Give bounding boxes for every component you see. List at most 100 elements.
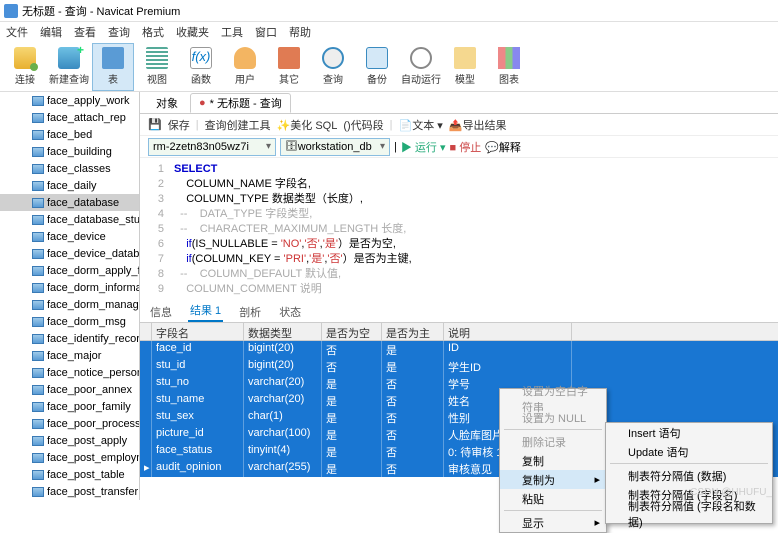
column-header[interactable]: 数据类型（长） (244, 323, 322, 340)
table-row[interactable]: stu_namevarchar(20)是否姓名 (140, 392, 778, 409)
result-tabs: 信息 结果 1 剖析 状态 (140, 301, 778, 323)
table-icon (32, 113, 44, 123)
column-header[interactable] (140, 323, 152, 340)
tree-node[interactable]: face_classes (0, 160, 139, 177)
toolbar-函数[interactable]: f(x)函数 (180, 43, 222, 91)
tree-node[interactable]: face_database (0, 194, 139, 211)
text-button[interactable]: 📄文本 ▾ (399, 117, 443, 133)
tree-node[interactable]: face_bed (0, 126, 139, 143)
context-menu[interactable]: 设置为空白字符串设置为 NULL删除记录复制复制为▸粘贴显示▸ (499, 388, 607, 533)
rtab-result[interactable]: 结果 1 (188, 300, 223, 322)
submenu-item[interactable]: Insert 语句 (606, 423, 772, 442)
tree-node[interactable]: face_poor_family (0, 398, 139, 415)
toolbar-其它[interactable]: 其它 (268, 43, 310, 91)
toolbar-用户[interactable]: 用户 (224, 43, 266, 91)
tree-node[interactable]: face_post_table (0, 466, 139, 483)
context-submenu[interactable]: Insert 语句Update 语句制表符分隔值 (数据) 制表符分隔值 (字段名… (605, 422, 773, 524)
menu-item[interactable]: 查询 (108, 24, 130, 40)
table-icon (32, 283, 44, 293)
sidebar-tree[interactable]: face_apply_workface_attach_repface_bedfa… (0, 92, 140, 500)
tree-node[interactable]: face_post_transfer (0, 483, 139, 500)
table-row[interactable]: stu_idbigint(20)否是学生ID (140, 358, 778, 375)
menu-item[interactable]: 收藏夹 (176, 24, 209, 40)
tree-node[interactable]: face_apply_work (0, 92, 139, 109)
menu-item[interactable]: 帮助 (289, 24, 311, 40)
toolbar-连接[interactable]: 连接 (4, 43, 46, 91)
app-icon (4, 4, 18, 18)
column-header[interactable]: 是否为空 (322, 323, 382, 340)
submenu-item[interactable]: 制表符分隔值 (数据) (606, 466, 772, 485)
menu-item[interactable]: 文件 (6, 24, 28, 40)
toolbar-备份[interactable]: 备份 (356, 43, 398, 91)
table-icon (32, 317, 44, 327)
db-combo[interactable]: 🗄 workstation_db (280, 138, 390, 156)
run-button[interactable]: ▶ 运行 ▾ (401, 139, 446, 155)
menu-item[interactable]: 查看 (74, 24, 96, 40)
tree-node[interactable]: face_dorm_apply_file (0, 262, 139, 279)
toolbar-视图[interactable]: 视图 (136, 43, 178, 91)
sql-editor[interactable]: 1SELECT 2 COLUMN_NAME 字段名, 3 COLUMN_TYPE… (140, 158, 778, 301)
server-combo[interactable]: rm-2zetn83n05wz7i (148, 138, 276, 156)
export-button[interactable]: 📤导出结果 (449, 117, 507, 133)
rtab-status[interactable]: 状态 (277, 302, 303, 322)
toolbar-图表[interactable]: 图表 (488, 43, 530, 91)
table-icon (32, 351, 44, 361)
toolbar-自动运行[interactable]: 自动运行 (400, 43, 442, 91)
column-header[interactable]: 是否为主键 (382, 323, 444, 340)
beautify-button[interactable]: ✨美化 SQL (277, 117, 338, 133)
ico-user-icon (234, 47, 256, 69)
connection-bar: rm-2zetn83n05wz7i 🗄 workstation_db | ▶ 运… (140, 136, 778, 158)
toolbar-新建查询[interactable]: 新建查询 (48, 43, 90, 91)
tree-node[interactable]: face_database_stu (0, 211, 139, 228)
submenu-item[interactable]: Update 语句 (606, 442, 772, 461)
table-row[interactable]: stu_novarchar(20)是否学号 (140, 375, 778, 392)
segment-button[interactable]: ()代码段 (343, 117, 383, 133)
tree-node[interactable]: face_post_apply (0, 432, 139, 449)
tree-node[interactable]: face_dorm_information (0, 279, 139, 296)
table-row[interactable]: face_idbigint(20)否是ID (140, 341, 778, 358)
tree-node[interactable]: face_poor_process (0, 415, 139, 432)
rtab-analyze[interactable]: 剖析 (237, 302, 263, 322)
menu-item[interactable]: 格式 (142, 24, 164, 40)
save-button[interactable]: 保存 (168, 117, 190, 133)
menu-item[interactable]: 粘贴 (500, 489, 606, 508)
toolbar-模型[interactable]: 模型 (444, 43, 486, 91)
tree-node[interactable]: face_device_database (0, 245, 139, 262)
table-icon (32, 96, 44, 106)
menu-item[interactable]: 工具 (221, 24, 243, 40)
table-icon (32, 249, 44, 259)
column-header[interactable]: 字段名 (152, 323, 244, 340)
query-toolbar: 💾保存 | 查询创建工具 ✨美化 SQL ()代码段 | 📄文本 ▾ 📤导出结果 (140, 114, 778, 136)
column-header[interactable]: 说明 (444, 323, 572, 340)
menubar: 文件编辑查看查询格式收藏夹工具窗口帮助 (0, 22, 778, 42)
content-tabs: 对象 ●* 无标题 - 查询 (140, 92, 778, 114)
tab-objects[interactable]: 对象 (148, 93, 186, 113)
tree-node[interactable]: face_device (0, 228, 139, 245)
menu-item[interactable]: 窗口 (255, 24, 277, 40)
stop-button[interactable]: ■ 停止 (450, 139, 482, 155)
menu-item[interactable]: 编辑 (40, 24, 62, 40)
tree-node[interactable]: face_dorm_msg (0, 313, 139, 330)
menu-item[interactable]: 复制 (500, 451, 606, 470)
tree-node[interactable]: face_notice_person (0, 364, 139, 381)
tree-node[interactable]: face_post_employmen (0, 449, 139, 466)
tree-node[interactable]: face_building (0, 143, 139, 160)
menu-item[interactable]: 复制为▸ (500, 470, 606, 489)
tree-node[interactable]: face_daily (0, 177, 139, 194)
toolbar-查询[interactable]: 查询 (312, 43, 354, 91)
rtab-info[interactable]: 信息 (148, 302, 174, 322)
submenu-item[interactable]: 制表符分隔值 (字段名和数据) (606, 504, 772, 523)
tree-node[interactable]: face_major (0, 347, 139, 364)
tree-node[interactable]: face_poor_annex (0, 381, 139, 398)
ico-view-icon (146, 47, 168, 69)
tree-node[interactable]: face_attach_rep (0, 109, 139, 126)
builder-button[interactable]: 查询创建工具 (205, 117, 271, 133)
tab-query[interactable]: ●* 无标题 - 查询 (190, 93, 291, 113)
toolbar-表[interactable]: 表 (92, 43, 134, 91)
ico-query-icon (58, 47, 80, 69)
tree-node[interactable]: face_identify_record (0, 330, 139, 347)
table-icon (32, 453, 44, 463)
explain-button[interactable]: 💬解释 (485, 139, 521, 155)
menu-item[interactable]: 显示▸ (500, 513, 606, 532)
tree-node[interactable]: face_dorm_manager (0, 296, 139, 313)
